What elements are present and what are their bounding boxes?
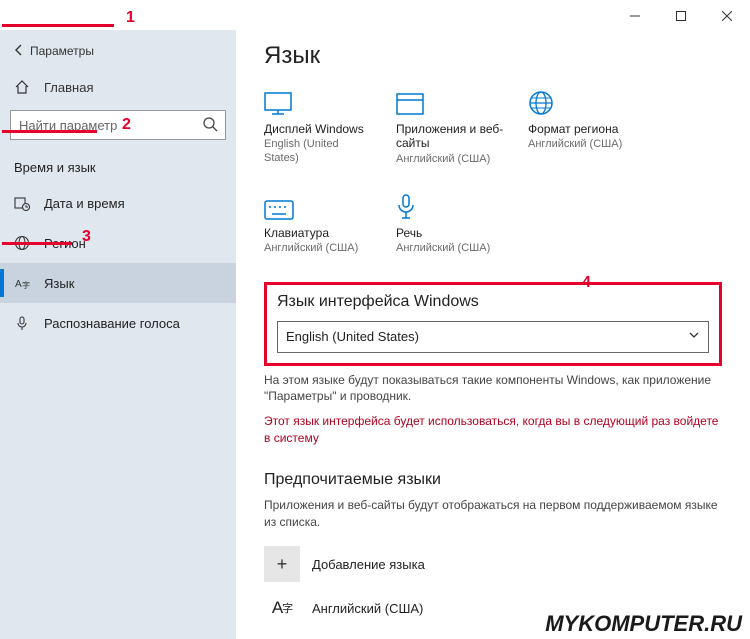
annotation-number: 1: [126, 9, 135, 27]
minimize-button[interactable]: [612, 2, 658, 30]
annotation-number: 4: [582, 274, 591, 292]
back-arrow-icon: [12, 43, 30, 60]
tile-keyboard[interactable]: Клавиатура Английский (США): [264, 192, 376, 256]
sidebar-item-label: Распознавание голоса: [44, 316, 180, 331]
app-title: Параметры: [30, 44, 94, 58]
maximize-button[interactable]: [658, 2, 704, 30]
display-language-select[interactable]: English (United States): [277, 321, 709, 353]
language-glyph-icon: A字: [264, 598, 300, 618]
annotation-underline: [2, 130, 97, 133]
calendar-clock-icon: [14, 195, 30, 211]
sidebar-category: Время и язык: [0, 150, 236, 183]
sidebar-home[interactable]: Главная: [0, 68, 236, 106]
main-content: Язык Дисплей Windows English (United Sta…: [236, 30, 750, 639]
tile-apps[interactable]: Приложения и веб-сайты Английский (США): [396, 88, 508, 166]
search-icon: [202, 116, 218, 137]
sidebar-home-label: Главная: [44, 80, 93, 95]
monitor-icon: [264, 88, 376, 116]
apps-icon: [396, 88, 508, 116]
sidebar-item-speech[interactable]: Распознавание голоса: [0, 303, 236, 343]
language-name: Английский (США): [312, 601, 423, 616]
display-language-note: Этот язык интерфейса будет использоватьс…: [264, 413, 722, 447]
globe-icon: [528, 88, 640, 116]
annotation-underline: [2, 24, 114, 27]
annotation-underline: [2, 242, 72, 245]
microphone-icon: [14, 315, 30, 331]
svg-text:A: A: [15, 279, 22, 290]
sidebar: Параметры Главная Время и язык Дата и вр…: [0, 30, 236, 639]
add-language-label: Добавление языка: [312, 557, 425, 572]
preferred-languages-title: Предпочитаемые языки: [264, 471, 722, 489]
display-language-section: Язык интерфейса Windows English (United …: [264, 282, 722, 366]
tile-title: Приложения и веб-сайты: [396, 122, 508, 151]
chevron-down-icon: [688, 329, 700, 344]
tile-sub: Английский (США): [264, 242, 376, 255]
select-value: English (United States): [286, 329, 419, 344]
tile-title: Формат региона: [528, 122, 640, 136]
sidebar-item-label: Дата и время: [44, 196, 125, 211]
tile-sub: Английский (США): [396, 242, 508, 255]
search-input[interactable]: [10, 110, 226, 140]
tile-title: Дисплей Windows: [264, 122, 376, 136]
sidebar-item-date-time[interactable]: Дата и время: [0, 183, 236, 223]
preferred-languages-desc: Приложения и веб-сайты будут отображатьс…: [264, 497, 722, 531]
sidebar-item-language[interactable]: A字 Язык: [0, 263, 236, 303]
close-button[interactable]: [704, 2, 750, 30]
display-language-desc: На этом языке будут показываться такие к…: [264, 372, 722, 406]
annotation-number: 3: [82, 228, 91, 246]
tile-sub: Английский (США): [528, 138, 640, 151]
language-icon: A字: [14, 275, 30, 291]
annotation-number: 2: [122, 116, 131, 134]
tile-title: Клавиатура: [264, 226, 376, 240]
section-title: Язык интерфейса Windows: [277, 293, 709, 311]
page-title: Язык: [264, 42, 722, 70]
svg-text:字: 字: [22, 280, 30, 290]
tile-sub: Английский (США): [396, 153, 508, 166]
home-icon: [14, 79, 30, 95]
plus-icon: +: [264, 546, 300, 582]
tile-region-format[interactable]: Формат региона Английский (США): [528, 88, 640, 166]
tile-display[interactable]: Дисплей Windows English (United States): [264, 88, 376, 166]
add-language-button[interactable]: + Добавление языка: [264, 542, 722, 586]
microphone-icon: [396, 192, 508, 220]
keyboard-icon: [264, 192, 376, 220]
watermark: MYKOMPUTER.RU: [545, 611, 742, 637]
back-button[interactable]: Параметры: [0, 34, 236, 68]
sidebar-item-label: Язык: [44, 276, 74, 291]
tile-speech[interactable]: Речь Английский (США): [396, 192, 508, 256]
tile-title: Речь: [396, 226, 508, 240]
tile-sub: English (United States): [264, 138, 376, 164]
